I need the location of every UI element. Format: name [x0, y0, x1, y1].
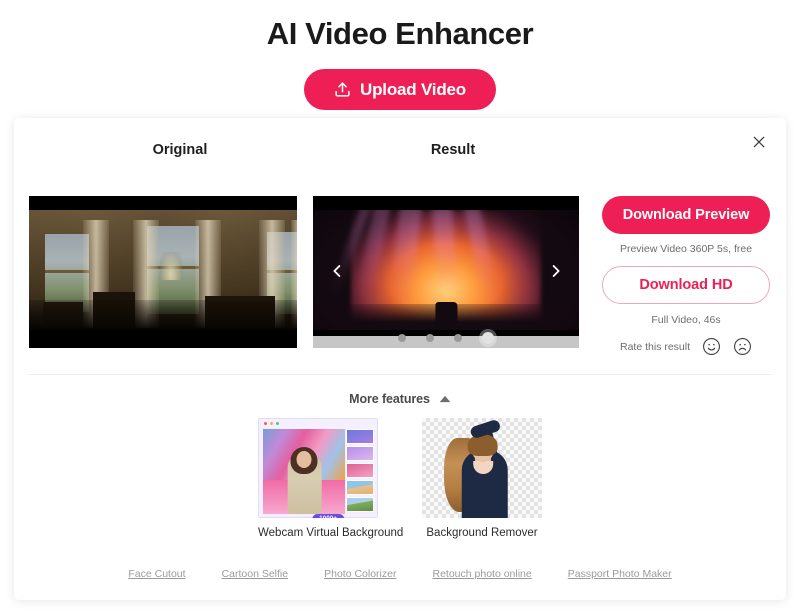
- carousel-dot[interactable]: [398, 334, 406, 342]
- chevron-left-icon: [330, 262, 345, 283]
- upload-button-label: Upload Video: [360, 79, 466, 99]
- link-cartoon-selfie[interactable]: Cartoon Selfie: [222, 568, 289, 580]
- feature-label: Webcam Virtual Background: [258, 527, 404, 539]
- feature-label: Background Remover: [426, 527, 538, 539]
- download-preview-button[interactable]: Download Preview: [602, 196, 770, 234]
- upload-section: Upload Video: [0, 69, 800, 110]
- rate-sad-button[interactable]: [733, 337, 752, 356]
- rate-happy-button[interactable]: [702, 337, 721, 356]
- close-icon: [752, 135, 766, 152]
- smiley-happy-icon: [702, 338, 721, 359]
- rate-label: Rate this result: [619, 340, 691, 353]
- carousel-dot[interactable]: [426, 334, 434, 342]
- rate-result-row: Rate this result: [602, 337, 770, 356]
- result-card: Original Result Download Preview Preview…: [14, 118, 786, 600]
- webcam-virtual-background-thumbnail: 1000+: [258, 418, 378, 518]
- chevron-right-icon: [548, 262, 563, 283]
- carousel-next-button[interactable]: [543, 259, 567, 285]
- carousel-dot-active[interactable]: [482, 332, 494, 344]
- original-video-preview[interactable]: [29, 196, 297, 348]
- more-features-toggle[interactable]: More features: [14, 390, 786, 408]
- original-column-header: Original: [152, 142, 208, 158]
- app-root: AI Video Enhancer Upload Video Original …: [0, 0, 800, 612]
- chevron-up-icon: [439, 390, 451, 408]
- upload-icon: [334, 81, 351, 98]
- feature-card-webcam-virtual-background[interactable]: 1000+ Webcam Virtual Background: [258, 418, 404, 539]
- smiley-sad-icon: [733, 338, 752, 359]
- more-features-label: More features: [349, 392, 430, 406]
- close-button[interactable]: [744, 128, 774, 158]
- link-passport-photo-maker[interactable]: Passport Photo Maker: [568, 568, 672, 580]
- original-video-frame: [29, 196, 297, 348]
- feature-card-background-remover[interactable]: Background Remover: [422, 418, 542, 539]
- preview-caption: Preview Video 360P 5s, free: [619, 243, 753, 255]
- related-links: Face Cutout Cartoon Selfie Photo Coloriz…: [14, 568, 786, 580]
- feature-badge: 1000+: [312, 514, 345, 518]
- carousel-prev-button[interactable]: [325, 259, 349, 285]
- download-hd-button[interactable]: Download HD: [602, 266, 770, 304]
- feature-cards: 1000+ Webcam Virtual Background Backgrou…: [14, 418, 786, 539]
- result-column-header: Result: [430, 142, 476, 158]
- upload-video-button[interactable]: Upload Video: [304, 69, 496, 110]
- link-face-cutout[interactable]: Face Cutout: [128, 568, 185, 580]
- link-retouch-photo-online[interactable]: Retouch photo online: [432, 568, 531, 580]
- action-panel: Download Preview Preview Video 360P 5s, …: [602, 196, 770, 356]
- full-video-caption: Full Video, 46s: [651, 314, 721, 326]
- result-video-frame: [313, 196, 579, 348]
- carousel-dots: [313, 332, 579, 344]
- link-photo-colorizer[interactable]: Photo Colorizer: [324, 568, 396, 580]
- page-title: AI Video Enhancer: [266, 16, 534, 51]
- section-divider: [29, 374, 771, 375]
- background-remover-thumbnail: [422, 418, 542, 518]
- result-video-preview[interactable]: [313, 196, 579, 348]
- carousel-dot[interactable]: [454, 334, 462, 342]
